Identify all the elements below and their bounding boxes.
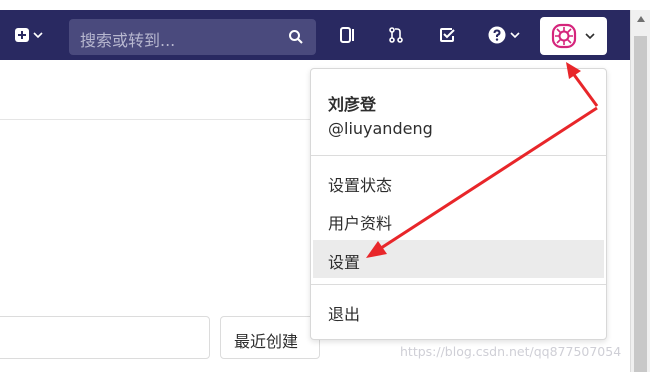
menu-item-set-status[interactable]: 设置状态 [313,163,604,201]
menu-item-label: 设置状态 [328,176,393,195]
menu-item-label: 退出 [328,305,361,324]
user-handle: @liuyandeng [328,119,433,138]
menu-divider [311,155,606,156]
help-dropdown[interactable] [481,10,527,60]
menu-divider [311,284,606,285]
chevron-down-icon [33,32,43,39]
merge-requests-button[interactable] [383,10,409,60]
search-placeholder: 搜索或转到... [80,31,176,50]
help-question-icon [488,26,506,44]
search-input[interactable]: 搜索或转到... [69,19,316,55]
chevron-down-icon [510,32,520,39]
sort-selected-label: 最近创建 [234,332,299,351]
menu-item-label: 设置 [328,253,361,272]
menu-item-profile[interactable]: 用户资料 [313,201,604,239]
chevron-down-icon [585,33,595,40]
filter-input[interactable] [0,316,210,359]
plus-square-icon [15,28,29,42]
user-menu-button[interactable] [540,17,607,55]
menu-item-settings[interactable]: 设置 [313,240,604,278]
issues-icon [340,27,354,43]
user-display-name: 刘彦登 [328,95,377,114]
top-navbar: 搜索或转到... [0,10,630,60]
sort-dropdown[interactable]: 最近创建 [220,316,320,359]
issues-button[interactable] [335,10,361,60]
content-divider [0,119,320,120]
user-dropdown-menu: 刘彦登 @liuyandeng 设置状态 用户资料 设置 退出 [310,68,607,340]
watermark: https://blog.csdn.net/qq877507054 [400,344,622,359]
vertical-scrollbar[interactable] [630,10,650,372]
scrollbar-thumb[interactable] [634,36,647,372]
todos-button[interactable] [434,10,460,60]
new-item-dropdown[interactable] [10,10,48,60]
page-top-edge [0,0,650,10]
scroll-up-arrow-icon[interactable] [637,16,645,22]
search-icon [289,30,303,44]
menu-item-sign-out[interactable]: 退出 [313,292,604,330]
menu-item-label: 用户资料 [328,214,393,233]
merge-request-icon [389,27,403,43]
user-avatar-icon [551,23,577,49]
todo-check-icon [440,28,455,42]
